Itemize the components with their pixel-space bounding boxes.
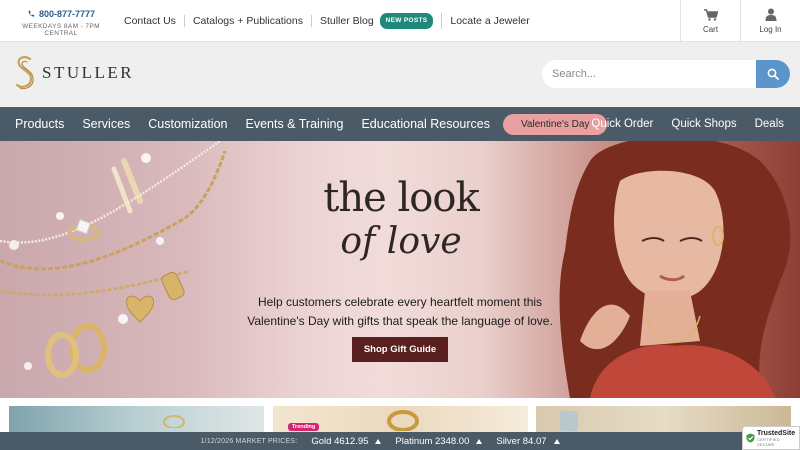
- utility-bar: 800-877-7777 WEEKDAYS 8AM - 7PM CENTRAL …: [0, 0, 800, 42]
- cart-icon: [703, 8, 718, 21]
- hero-banner[interactable]: the look of love Help customers celebrat…: [0, 141, 800, 398]
- phone-number[interactable]: 800-877-7777: [39, 9, 95, 19]
- stuller-s-mark-icon: [15, 56, 34, 90]
- platinum-price: Platinum 2348.00: [395, 435, 483, 447]
- trustedsite-subtitle: CERTIFIED SECURE: [757, 436, 780, 447]
- tile-jewelry-icon: [163, 415, 185, 428]
- gold-up-arrow-icon: [375, 438, 382, 444]
- hero-subtext: Help customers celebrate every heartfelt…: [247, 295, 553, 328]
- market-date-label: 1/12/2026 MARKET PRICES:: [200, 437, 298, 445]
- platinum-up-arrow-icon: [476, 438, 483, 444]
- market-prices-bar: 1/12/2026 MARKET PRICES: Gold 4612.95 Pl…: [0, 432, 800, 450]
- logo-band: STULLER: [0, 42, 800, 107]
- login-button[interactable]: Log In: [740, 0, 800, 42]
- check-shield-icon: [746, 433, 755, 443]
- model-portrait: [559, 141, 791, 398]
- cart-label: Cart: [702, 24, 719, 34]
- hero-headline-line-2: of love: [340, 221, 462, 262]
- new-posts-badge: NEW POSTS: [379, 13, 434, 29]
- phone-block[interactable]: 800-877-7777 WEEKDAYS 8AM - 7PM CENTRAL: [8, 9, 114, 37]
- utility-links: Contact Us Catalogs + Publications Stull…: [124, 13, 538, 29]
- nav-products[interactable]: Products: [0, 117, 73, 131]
- search-box: [542, 60, 790, 88]
- nav-deals[interactable]: Deals: [746, 118, 800, 130]
- brand-wordmark: STULLER: [42, 63, 135, 82]
- locate-jeweler-link[interactable]: Locate a Jeweler: [442, 15, 537, 27]
- shop-gift-guide-button[interactable]: Shop Gift Guide: [352, 337, 448, 362]
- contact-us-link[interactable]: Contact Us: [124, 15, 185, 27]
- hero-headline: the look of love: [316, 175, 486, 262]
- nav-right-group: Quick Order Quick Shops Deals: [582, 107, 800, 141]
- trustedsite-badge[interactable]: TrustedSite CERTIFIED SECURE: [742, 426, 800, 450]
- blog-label: Stuller Blog: [319, 15, 374, 27]
- tile-product-icon: [560, 411, 578, 431]
- account-actions: Cart Log In: [680, 0, 800, 42]
- nav-events-training[interactable]: Events & Training: [236, 117, 352, 131]
- promo-tile-1[interactable]: [9, 406, 264, 432]
- cart-button[interactable]: Cart: [680, 0, 740, 42]
- support-hours: WEEKDAYS 8AM - 7PM CENTRAL: [22, 23, 100, 37]
- catalogs-link[interactable]: Catalogs + Publications: [185, 15, 312, 27]
- phone-row: 800-877-7777: [8, 9, 114, 19]
- search-button[interactable]: [756, 60, 790, 88]
- silver-price: Silver 84.07: [496, 435, 560, 447]
- gold-price-text: Gold 4612.95: [311, 435, 369, 447]
- search-icon: [767, 68, 779, 80]
- stuller-logo[interactable]: STULLER: [14, 55, 134, 91]
- nav-educational-resources[interactable]: Educational Resources: [352, 117, 499, 131]
- catalogs-label: Catalogs + Publications: [192, 15, 303, 27]
- nav-quick-order[interactable]: Quick Order: [582, 118, 662, 130]
- trending-badge: Trending: [288, 423, 320, 431]
- search-input[interactable]: [542, 60, 756, 88]
- phone-icon: [28, 10, 35, 17]
- tile-gold-ring-icon: [387, 410, 419, 431]
- trustedsite-text: TrustedSite CERTIFIED SECURE: [757, 430, 799, 447]
- blog-link[interactable]: Stuller Blog NEW POSTS: [312, 13, 443, 29]
- promo-tiles: Trending: [0, 398, 800, 432]
- platinum-price-text: Platinum 2348.00: [395, 435, 470, 447]
- main-nav: Products Services Customization Events &…: [0, 107, 800, 141]
- jewelry-illustration: [0, 141, 227, 378]
- user-icon: [765, 8, 776, 21]
- nav-services[interactable]: Services: [73, 117, 139, 131]
- locate-jeweler-label: Locate a Jeweler: [450, 15, 530, 27]
- nav-quick-shops[interactable]: Quick Shops: [662, 118, 745, 130]
- promo-tile-2[interactable]: Trending: [273, 406, 528, 432]
- hero-headline-line-1: the look: [323, 175, 479, 221]
- trustedsite-title: TrustedSite: [757, 429, 796, 437]
- contact-us-label: Contact Us: [124, 15, 176, 27]
- gold-price: Gold 4612.95: [311, 435, 382, 447]
- silver-price-text: Silver 84.07: [496, 435, 547, 447]
- login-label: Log In: [759, 25, 782, 34]
- silver-up-arrow-icon: [553, 438, 560, 444]
- nav-customization[interactable]: Customization: [139, 117, 236, 131]
